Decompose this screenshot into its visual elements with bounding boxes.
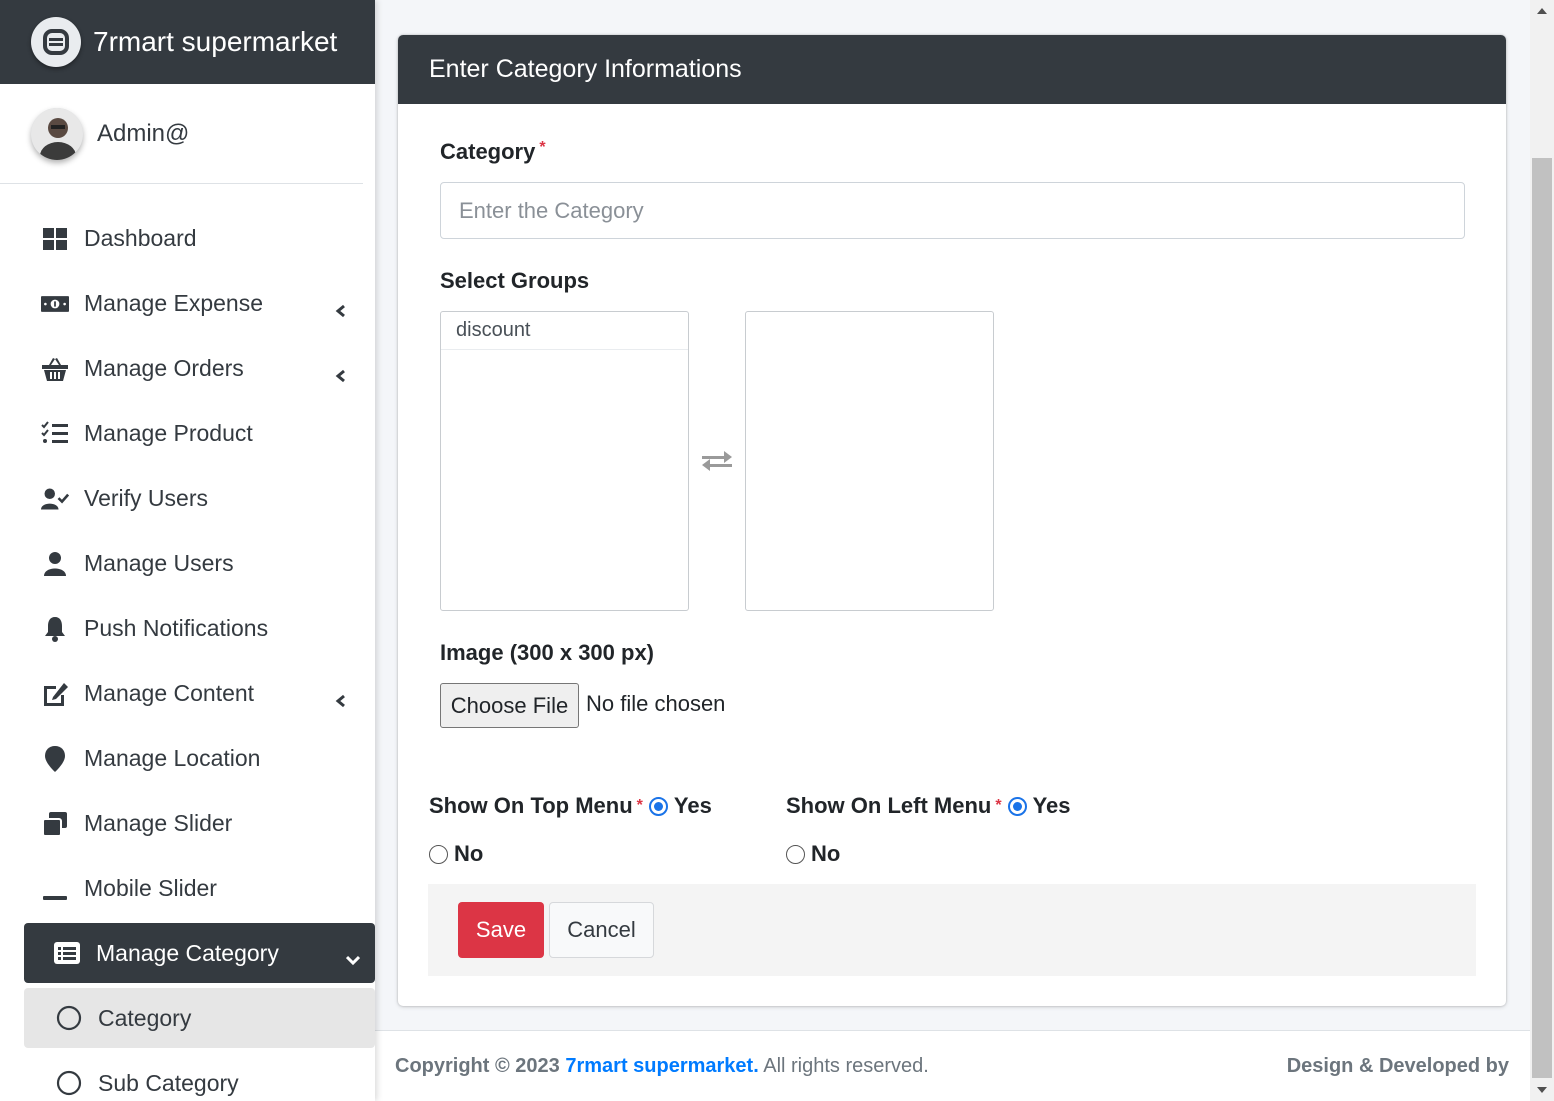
cancel-button[interactable]: Cancel xyxy=(549,902,654,958)
chevron-down-icon xyxy=(345,946,361,966)
scroll-down-icon[interactable] xyxy=(1537,1087,1547,1093)
sidebar-item-category[interactable]: Category xyxy=(24,988,375,1048)
bell-icon xyxy=(40,614,70,644)
window-restore-icon xyxy=(40,809,70,839)
sidebar-item-manage-expense[interactable]: Manage Expense xyxy=(0,271,363,336)
sidebar-item-label: Manage Users xyxy=(84,550,234,576)
basket-icon xyxy=(40,354,70,384)
sidebar-item-sub-category[interactable]: Sub Category xyxy=(24,1053,375,1101)
sidebar-item-label: Manage Location xyxy=(84,745,261,771)
choose-file-button[interactable]: Choose File xyxy=(440,683,579,728)
file-status: No file chosen xyxy=(586,691,726,716)
rights-text: All rights reserved. xyxy=(763,1055,929,1077)
form-actions: Save Cancel xyxy=(428,884,1476,976)
sidebar-item-manage-slider[interactable]: Manage Slider xyxy=(0,791,363,856)
chevron-left-icon xyxy=(334,687,348,707)
list-alt-icon xyxy=(52,938,82,968)
image-label: Image (300 x 300 px) xyxy=(440,640,655,665)
sidebar-item-label: Manage Product xyxy=(84,420,253,446)
scroll-thumb[interactable] xyxy=(1532,158,1552,1078)
company-link[interactable]: 7rmart supermarket. xyxy=(565,1055,758,1077)
user-panel[interactable]: Admin@ xyxy=(0,84,363,184)
brand-header[interactable]: 7rmart supermarket xyxy=(0,0,375,84)
map-marker-icon xyxy=(40,744,70,774)
main-content: Enter Category Informations Category* Se… xyxy=(375,0,1530,1101)
sidebar-item-label: Manage Content xyxy=(84,680,255,706)
sidebar-item-label: Mobile Slider xyxy=(84,875,217,901)
left-menu-no-label[interactable]: No xyxy=(811,841,840,867)
category-form-card: Enter Category Informations Category* Se… xyxy=(398,35,1506,1006)
brand-logo-icon xyxy=(31,17,81,67)
sidebar-item-dashboard[interactable]: Dashboard xyxy=(0,206,363,271)
sidebar-item-label: Manage Slider xyxy=(84,810,233,836)
left-menu-yes-radio[interactable] xyxy=(1007,796,1027,816)
sidebar-item-verify-users[interactable]: Verify Users xyxy=(0,466,363,531)
sidebar-item-label: Push Notifications xyxy=(84,615,269,641)
user-check-icon xyxy=(40,484,70,514)
save-button[interactable]: Save xyxy=(458,902,544,958)
sidebar-item-label: Verify Users xyxy=(84,485,208,511)
copyright: Copyright © 2023 7rmart supermarket. All… xyxy=(395,1055,929,1078)
sidebar-item-label: Dashboard xyxy=(84,225,197,251)
edit-icon xyxy=(40,679,70,709)
sidebar-item-manage-content[interactable]: Manage Content xyxy=(0,661,363,726)
sidebar-item-manage-location[interactable]: Manage Location xyxy=(0,726,363,791)
chevron-left-icon xyxy=(334,362,348,382)
required-mark: * xyxy=(539,139,546,156)
sidebar-item-label: Manage Orders xyxy=(84,355,244,381)
top-menu-group: Show On Top Menu * Yes xyxy=(429,793,712,819)
sidebar-item-label: Manage Expense xyxy=(84,290,264,316)
sidebar-item-manage-orders[interactable]: Manage Orders xyxy=(0,336,363,401)
page-scrollbar[interactable] xyxy=(1530,0,1554,1101)
available-groups-list[interactable]: discount xyxy=(440,311,689,611)
select-groups-label: Select Groups xyxy=(440,268,590,293)
category-label: Category * xyxy=(440,139,546,165)
top-menu-label: Show On Top Menu xyxy=(429,793,633,818)
left-menu-label: Show On Left Menu xyxy=(786,793,992,818)
sidebar-item-label: Category xyxy=(98,1004,192,1031)
dashboard-icon xyxy=(40,224,70,254)
category-input[interactable] xyxy=(440,182,1465,239)
sidebar-item-mobile-slider[interactable]: Mobile Slider xyxy=(0,856,363,921)
list-item[interactable]: discount xyxy=(441,312,688,350)
left-menu-yes-label[interactable]: Yes xyxy=(1033,793,1071,819)
top-menu-yes-label[interactable]: Yes xyxy=(674,793,712,819)
exchange-icon[interactable] xyxy=(700,445,734,475)
left-menu-no-radio[interactable] xyxy=(786,844,805,864)
user-icon xyxy=(40,549,70,579)
category-label-text: Category xyxy=(440,139,536,164)
minus-icon xyxy=(40,874,70,904)
card-header: Enter Category Informations xyxy=(398,35,1506,104)
developer-credit: Design & Developed by xyxy=(1286,1055,1509,1077)
brand-name: 7rmart supermarket xyxy=(93,26,338,57)
avatar xyxy=(31,107,83,160)
sidebar-item-label: Manage Category xyxy=(96,939,279,966)
money-bill-icon xyxy=(40,289,70,319)
top-menu-no-group: No xyxy=(429,841,483,867)
required-mark: * xyxy=(636,797,643,814)
circle-icon xyxy=(54,1068,84,1098)
top-menu-no-label[interactable]: No xyxy=(454,841,483,867)
sidebar-item-manage-product[interactable]: Manage Product xyxy=(0,401,363,466)
left-menu-no-group: No xyxy=(786,841,840,867)
copyright-prefix: Copyright © 2023 xyxy=(395,1055,560,1077)
left-menu-group: Show On Left Menu * Yes xyxy=(786,793,1071,819)
tasks-list-icon xyxy=(40,419,70,449)
sidebar: 7rmart supermarket Admin@ Dashboard Mana… xyxy=(0,0,375,1101)
top-menu-yes-radio[interactable] xyxy=(648,796,668,816)
sidebar-item-manage-category[interactable]: Manage Category xyxy=(24,923,375,983)
selected-groups-list[interactable] xyxy=(745,311,994,611)
sidebar-item-label: Sub Category xyxy=(98,1069,239,1096)
sidebar-item-manage-users[interactable]: Manage Users xyxy=(0,531,363,596)
scroll-up-icon[interactable] xyxy=(1537,8,1547,14)
circle-icon xyxy=(54,1003,84,1033)
page-footer: Copyright © 2023 7rmart supermarket. All… xyxy=(375,1030,1530,1101)
top-menu-no-radio[interactable] xyxy=(429,844,448,864)
required-mark: * xyxy=(995,797,1002,814)
sidebar-item-push-notifications[interactable]: Push Notifications xyxy=(0,596,363,661)
chevron-left-icon xyxy=(334,297,348,317)
user-name: Admin@ xyxy=(97,119,190,147)
sidebar-nav: Dashboard Manage Expense Manage Orders M… xyxy=(0,184,375,1101)
